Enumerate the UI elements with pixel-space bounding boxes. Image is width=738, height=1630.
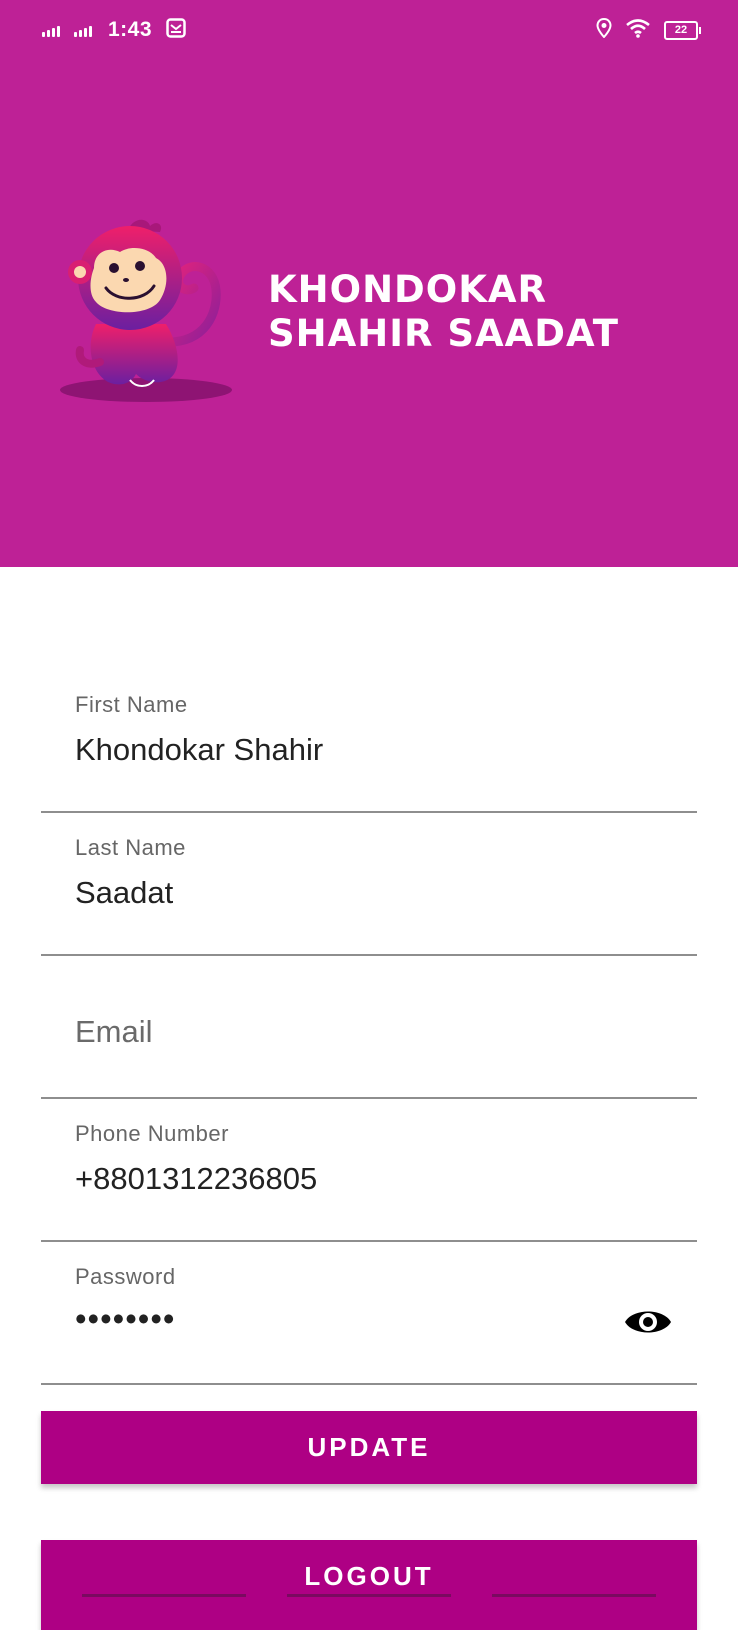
phone-number-field[interactable]: Phone Number +8801312236805 bbox=[41, 1099, 697, 1242]
profile-form: First Name Khondokar Shahir Last Name Sa… bbox=[41, 670, 697, 1385]
signal-icon bbox=[74, 23, 94, 37]
password-value[interactable]: •••••••• bbox=[75, 1300, 175, 1338]
logout-button[interactable]: LOGOUT bbox=[41, 1540, 697, 1630]
battery-icon: 22 bbox=[664, 20, 701, 40]
first-name-value[interactable]: Khondokar Shahir bbox=[75, 732, 323, 768]
nav-line bbox=[82, 1594, 246, 1597]
last-name-value[interactable]: Saadat bbox=[75, 875, 173, 911]
password-label: Password bbox=[75, 1264, 176, 1289]
nav-bar-indicator bbox=[82, 1594, 656, 1597]
last-name-label: Last Name bbox=[75, 835, 186, 860]
location-icon bbox=[596, 17, 612, 43]
password-field[interactable]: Password •••••••• bbox=[41, 1242, 697, 1385]
nav-line bbox=[287, 1594, 451, 1597]
monkey-logo-icon bbox=[56, 212, 236, 412]
status-left: 1:43 bbox=[42, 16, 186, 44]
wifi-icon bbox=[626, 18, 650, 43]
first-name-label: First Name bbox=[75, 692, 188, 717]
phone-number-label: Phone Number bbox=[75, 1121, 229, 1146]
first-name-field[interactable]: First Name Khondokar Shahir bbox=[41, 670, 697, 813]
last-name-field[interactable]: Last Name Saadat bbox=[41, 813, 697, 956]
brand-name: KHONDOKAR SHAHIR SAADAT bbox=[268, 268, 619, 355]
signal-icon bbox=[42, 23, 62, 37]
nav-line bbox=[492, 1594, 656, 1597]
mail-icon bbox=[166, 17, 186, 43]
email-placeholder[interactable]: Email bbox=[75, 1014, 153, 1050]
profile-header: 1:43 22 KHONDOKAR SHAHIR SAADAT bbox=[0, 0, 738, 567]
email-field[interactable]: Email bbox=[41, 956, 697, 1099]
phone-number-value[interactable]: +8801312236805 bbox=[75, 1161, 317, 1197]
status-time: 1:43 bbox=[108, 18, 153, 41]
update-button[interactable]: UPDATE bbox=[41, 1411, 697, 1484]
eye-icon[interactable] bbox=[623, 1304, 673, 1340]
status-right: 22 bbox=[596, 16, 701, 44]
status-bar: 1:43 22 bbox=[0, 0, 738, 60]
